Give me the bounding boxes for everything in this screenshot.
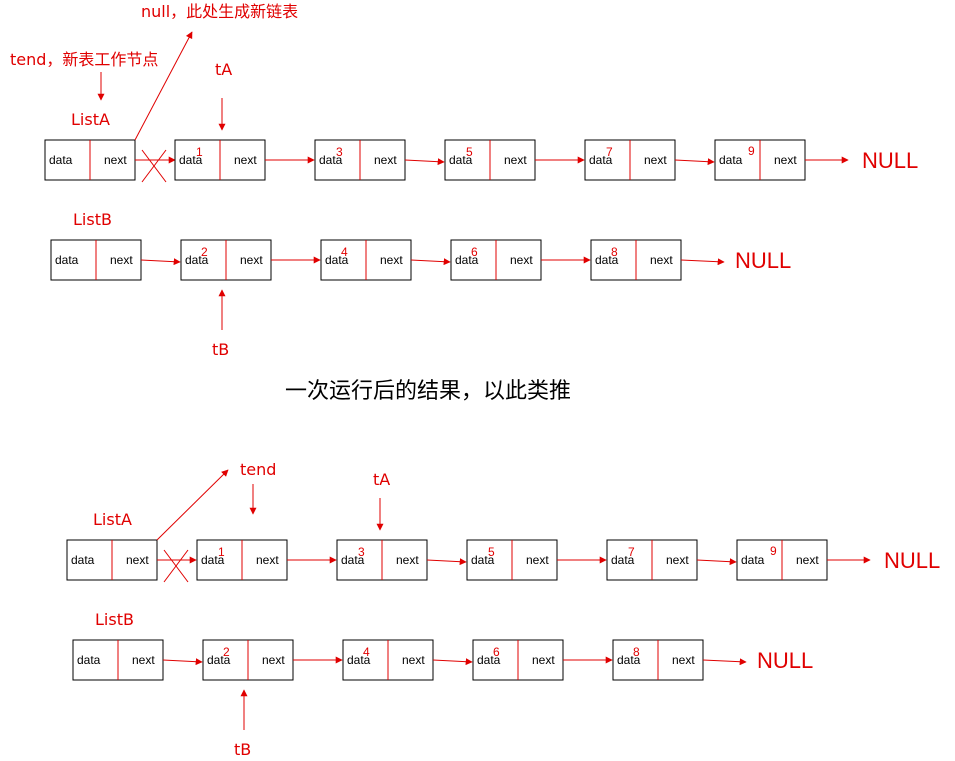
node-next-text: next bbox=[110, 253, 133, 267]
node-value: 3 bbox=[358, 545, 365, 559]
node-next-text: next bbox=[532, 653, 555, 667]
list-b-node: data next 8 bbox=[590, 239, 682, 281]
list-a-node: data next 1 bbox=[174, 139, 266, 181]
list-b-label: ListB bbox=[95, 610, 134, 629]
node-next-text: next bbox=[504, 153, 527, 167]
node-value: 2 bbox=[223, 645, 230, 659]
list-a-head-node: data next bbox=[44, 139, 136, 181]
link-arrow bbox=[404, 158, 445, 166]
list-a-node: data next 5 bbox=[466, 539, 558, 581]
linked-list-diagram: null，此处生成新链表 tend，新表工作节点 ListA tA data n… bbox=[10, 2, 940, 759]
new-list-null-label: null，此处生成新链表 bbox=[141, 2, 298, 21]
node-next-text: next bbox=[650, 253, 673, 267]
link-arrow bbox=[162, 658, 203, 666]
node-next-text: next bbox=[644, 153, 667, 167]
node-value: 2 bbox=[201, 245, 208, 259]
list-a-node: data next 3 bbox=[314, 139, 406, 181]
node-next-text: next bbox=[510, 253, 533, 267]
node-data-text: data bbox=[71, 553, 95, 567]
new-list-arrow bbox=[134, 31, 193, 141]
node-next-text: next bbox=[234, 153, 257, 167]
list-a-node: data next 5 bbox=[444, 139, 536, 181]
node-value: 7 bbox=[606, 145, 613, 159]
list-b-node: data next 2 bbox=[180, 239, 272, 281]
node-next-text: next bbox=[374, 153, 397, 167]
node-value: 4 bbox=[363, 645, 370, 659]
node-value: 6 bbox=[471, 245, 478, 259]
list-b-head-node: data next bbox=[50, 239, 142, 281]
link-arrow bbox=[680, 258, 725, 266]
node-value: 6 bbox=[493, 645, 500, 659]
link-arrow bbox=[696, 558, 737, 566]
node-value: 3 bbox=[336, 145, 343, 159]
tb-label: tB bbox=[234, 740, 251, 759]
list-a-label: ListA bbox=[93, 510, 132, 529]
node-value: 4 bbox=[341, 245, 348, 259]
node-value: 8 bbox=[633, 645, 640, 659]
list-a-node: data next 7 bbox=[606, 539, 698, 581]
tend-label: tend bbox=[240, 460, 276, 479]
node-value: 9 bbox=[770, 544, 777, 558]
tend-working-label: tend，新表工作节点 bbox=[10, 50, 158, 69]
ta-label: tA bbox=[215, 60, 232, 79]
link-arrow bbox=[674, 158, 715, 166]
list-b-node: data next 4 bbox=[320, 239, 412, 281]
list-a-label: ListA bbox=[71, 110, 110, 129]
node-next-text: next bbox=[672, 653, 695, 667]
list-b-node: data next 6 bbox=[472, 639, 564, 681]
list-b-node: data next 8 bbox=[612, 639, 704, 681]
new-list-arrow bbox=[156, 469, 229, 541]
node-next-text: next bbox=[396, 553, 419, 567]
node-data-text: data bbox=[49, 153, 73, 167]
node-value: 9 bbox=[748, 144, 755, 158]
link-arrow bbox=[426, 558, 467, 566]
node-data-text: data bbox=[77, 653, 101, 667]
node-next-text: next bbox=[132, 653, 155, 667]
node-value: 1 bbox=[196, 145, 203, 159]
list-a-node: data next 3 bbox=[336, 539, 428, 581]
diagram-after: tend tA ListA data next data next 1 data… bbox=[66, 460, 940, 759]
list-a-node: data next 7 bbox=[584, 139, 676, 181]
node-next-text: next bbox=[126, 553, 149, 567]
node-data-text: data bbox=[741, 553, 765, 567]
node-value: 5 bbox=[466, 145, 473, 159]
link-arrow bbox=[140, 258, 181, 266]
node-next-text: next bbox=[262, 653, 285, 667]
link-arrow bbox=[702, 658, 747, 666]
node-next-text: next bbox=[380, 253, 403, 267]
link-arrow bbox=[410, 258, 451, 266]
node-next-text: next bbox=[256, 553, 279, 567]
node-next-text: next bbox=[104, 153, 127, 167]
list-a-null-terminator: NULL bbox=[884, 548, 940, 573]
ta-label: tA bbox=[373, 470, 390, 489]
node-value: 1 bbox=[218, 545, 225, 559]
node-data-text: data bbox=[719, 153, 743, 167]
list-a-null-terminator: NULL bbox=[862, 148, 918, 173]
list-b-label: ListB bbox=[73, 210, 112, 229]
list-b-head-node: data next bbox=[72, 639, 164, 681]
list-b-null-terminator: NULL bbox=[735, 248, 791, 273]
list-a-node: data next 9 bbox=[736, 539, 828, 581]
list-b-node: data next 2 bbox=[202, 639, 294, 681]
diagram-before: null，此处生成新链表 tend，新表工作节点 ListA tA data n… bbox=[10, 2, 918, 359]
node-value: 8 bbox=[611, 245, 618, 259]
list-a-node: data next 1 bbox=[196, 539, 288, 581]
node-next-text: next bbox=[402, 653, 425, 667]
node-value: 7 bbox=[628, 545, 635, 559]
tb-label: tB bbox=[212, 340, 229, 359]
node-data-text: data bbox=[55, 253, 79, 267]
node-next-text: next bbox=[774, 153, 797, 167]
list-a-head-node: data next bbox=[66, 539, 158, 581]
list-b-node: data next 4 bbox=[342, 639, 434, 681]
list-b-node: data next 6 bbox=[450, 239, 542, 281]
link-arrow bbox=[432, 658, 473, 666]
node-next-text: next bbox=[796, 553, 819, 567]
node-next-text: next bbox=[526, 553, 549, 567]
list-b-null-terminator: NULL bbox=[757, 648, 813, 673]
caption-text: 一次运行后的结果，以此类推 bbox=[285, 379, 571, 404]
node-next-text: next bbox=[666, 553, 689, 567]
node-next-text: next bbox=[240, 253, 263, 267]
list-a-node: data next 9 bbox=[714, 139, 806, 181]
node-value: 5 bbox=[488, 545, 495, 559]
